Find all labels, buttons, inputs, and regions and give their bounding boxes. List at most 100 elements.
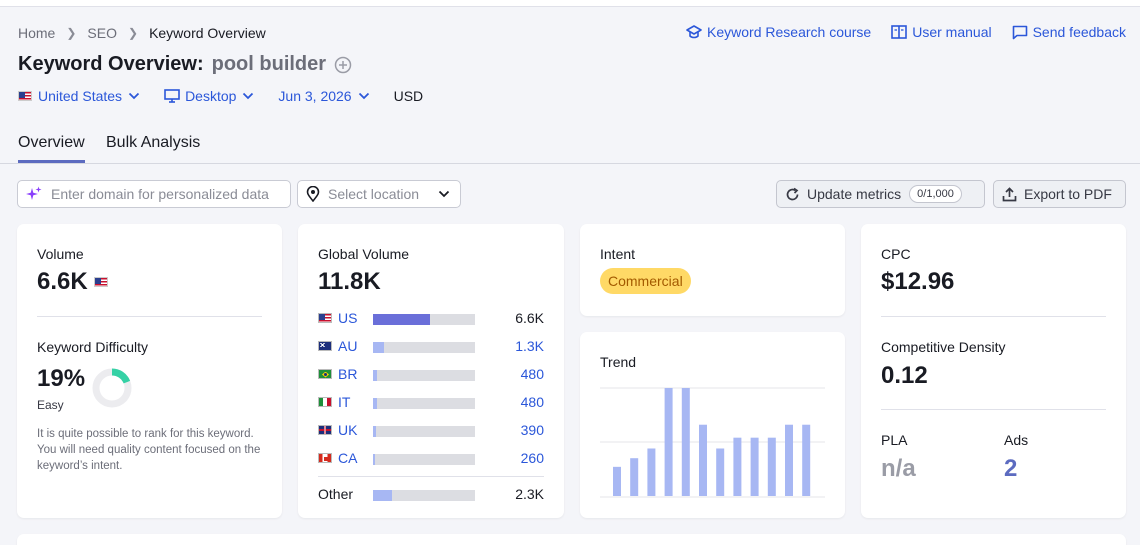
trend-bar[interactable]: [716, 448, 725, 496]
breadcrumb-home[interactable]: Home: [18, 25, 55, 41]
br-flag-icon: [318, 369, 332, 379]
trend-card: Trend: [580, 332, 845, 518]
next-section-card: [17, 534, 1126, 545]
divider: [318, 476, 544, 477]
intent-label: Intent: [600, 246, 636, 262]
user-manual-label: User manual: [912, 24, 992, 40]
date-label: Jun 3, 2026: [278, 88, 352, 104]
global-volume-label: Global Volume: [318, 246, 410, 262]
difficulty-ring: [92, 368, 132, 408]
desktop-icon: [164, 89, 180, 103]
trend-bar[interactable]: [664, 388, 673, 496]
volume-label: Volume: [37, 246, 84, 262]
country-code: BR: [338, 366, 358, 382]
send-feedback-label: Send feedback: [1032, 24, 1126, 40]
us-flag-icon: [93, 277, 108, 287]
share-bar-fill: [373, 370, 378, 381]
breadcrumb: Home ❯ SEO ❯ Keyword Overview: [18, 25, 266, 41]
page-title: Keyword Overview: pool builder: [18, 53, 352, 76]
volume-value-row: 6.6K: [37, 268, 114, 296]
share-bar-fill: [373, 454, 376, 465]
ads-label: Ads: [1004, 432, 1029, 448]
filters-row: United States Desktop Jun 3, 2026 USD: [18, 88, 447, 104]
it-flag-icon: [318, 397, 332, 407]
refresh-icon: [786, 187, 799, 200]
chevron-down-icon: [243, 92, 254, 100]
tab-bulk-analysis[interactable]: Bulk Analysis: [106, 134, 200, 162]
trend-bar[interactable]: [785, 424, 793, 496]
domain-input[interactable]: Enter domain for personalized data: [17, 180, 291, 208]
location-pin-icon: [306, 186, 320, 202]
share-bar-fill: [373, 342, 385, 353]
intent-badge-wrap: Commercial: [600, 268, 691, 294]
country-row-uk[interactable]: UK 390: [318, 420, 544, 440]
cpc-card: CPC $12.96 Competitive Density 0.12 PLA …: [861, 224, 1126, 518]
breadcrumb-current: Keyword Overview: [149, 25, 266, 41]
location-select[interactable]: Select location: [297, 180, 461, 208]
volume-value: 6.6K: [37, 268, 88, 295]
country-row-br[interactable]: BR 480: [318, 364, 544, 384]
cpc-label: CPC: [881, 246, 911, 262]
tab-overview[interactable]: Overview: [18, 134, 85, 163]
global-volume-card: Global Volume 11.8K US 6.6K AU 1.3K BR 4…: [298, 224, 564, 518]
send-feedback-link[interactable]: Send feedback: [1012, 24, 1126, 40]
trend-label: Trend: [600, 354, 637, 370]
divider: [37, 316, 262, 317]
share-bar-fill: [373, 490, 393, 501]
add-to-list-icon[interactable]: [334, 56, 352, 74]
chevron-right-icon: ❯: [66, 26, 77, 40]
date-dropdown[interactable]: Jun 3, 2026: [278, 88, 369, 104]
share-bar: [373, 490, 475, 501]
trend-bar[interactable]: [647, 448, 656, 496]
country-code: CA: [338, 450, 358, 466]
trend-bar[interactable]: [802, 424, 811, 496]
chat-bubble-icon: [1012, 25, 1027, 39]
country-volume: 1.3K: [515, 338, 544, 354]
pla-value: n/a: [881, 455, 916, 482]
trend-bar[interactable]: [613, 466, 621, 496]
global-volume-value: 11.8K: [318, 268, 381, 295]
keyword-text: pool builder: [211, 53, 327, 75]
trend-bar[interactable]: [630, 458, 639, 496]
keyword-difficulty-label: Keyword Difficulty: [37, 339, 149, 355]
export-pdf-button[interactable]: Export to PDF: [993, 180, 1126, 208]
ads-value[interactable]: 2: [1004, 455, 1017, 483]
trend-bar[interactable]: [767, 437, 776, 496]
share-bar: [373, 370, 475, 381]
country-label: United States: [38, 88, 123, 104]
divider: [881, 316, 1106, 317]
chevron-right-icon: ❯: [128, 26, 139, 40]
uk-flag-icon: [318, 425, 332, 435]
trend-bar[interactable]: [699, 424, 707, 496]
update-metrics-button[interactable]: Update metrics 0/1,000: [776, 180, 985, 208]
country-row-au[interactable]: AU 1.3K: [318, 336, 544, 356]
breadcrumb-seo[interactable]: SEO: [87, 25, 117, 41]
country-row-ca[interactable]: CA 260: [318, 448, 544, 468]
page-title-text: Keyword Overview:: [18, 53, 204, 75]
country-dropdown[interactable]: United States: [18, 88, 140, 104]
share-bar-fill: [373, 426, 377, 437]
update-metrics-label: Update metrics: [807, 186, 902, 202]
device-dropdown[interactable]: Desktop: [164, 88, 254, 104]
keyword-research-course-link[interactable]: Keyword Research course: [686, 24, 871, 40]
share-bar: [373, 314, 475, 325]
country-code: US: [338, 310, 358, 326]
trend-bar[interactable]: [681, 388, 690, 496]
divider: [881, 409, 1106, 410]
trend-bar[interactable]: [733, 437, 742, 496]
user-manual-link[interactable]: User manual: [891, 24, 992, 40]
help-links: Keyword Research course User manual Send…: [666, 24, 1126, 40]
tab-bar: Overview Bulk Analysis: [0, 128, 1140, 164]
book-icon: [891, 25, 908, 39]
trend-bar[interactable]: [750, 437, 759, 496]
country-row-it[interactable]: IT 480: [318, 392, 544, 412]
keyword-research-course-label: Keyword Research course: [707, 24, 872, 40]
country-code: IT: [338, 394, 351, 410]
competitive-density-value: 0.12: [881, 362, 928, 389]
update-count-badge: 0/1,000: [909, 185, 962, 203]
location-placeholder: Select location: [328, 186, 420, 202]
chevron-down-icon: [358, 92, 369, 100]
country-row-us[interactable]: US 6.6K: [318, 308, 544, 328]
currency-label: USD: [393, 88, 424, 104]
competitive-density-label: Competitive Density: [881, 339, 1006, 355]
